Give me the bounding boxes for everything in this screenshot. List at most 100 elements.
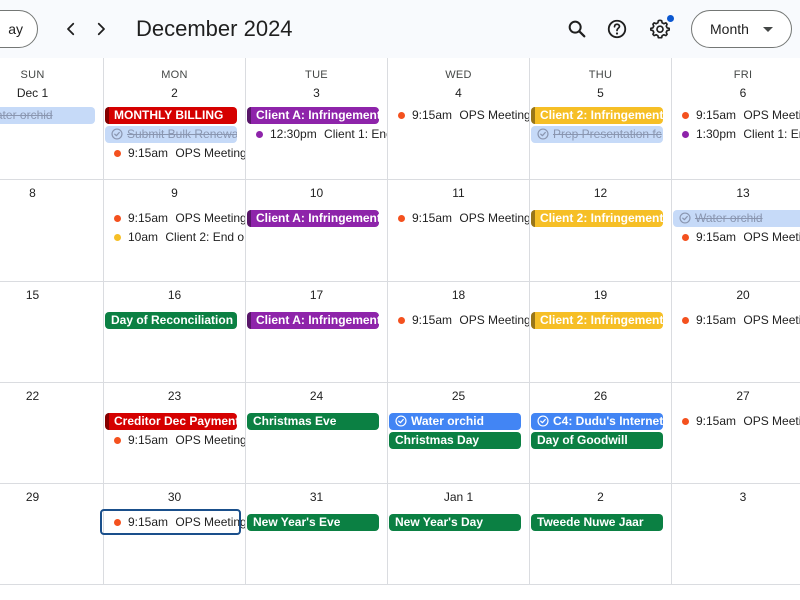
date-number[interactable]: 10 (246, 186, 387, 200)
day-cell[interactable]: 30 9:15am OPS Meeting (100, 484, 246, 585)
task-event[interactable]: C4: Dudu's Internet (531, 413, 663, 430)
all-day-event[interactable]: Christmas Day (389, 432, 521, 449)
timed-event[interactable]: 9:15am OPS Meeting (106, 432, 245, 449)
date-number[interactable]: 18 (388, 288, 529, 302)
date-number[interactable]: 22 (0, 389, 103, 403)
day-cell[interactable]: 17 Client A: Infringement I (246, 282, 388, 383)
timed-event[interactable]: 9:15am OPS Meeting (674, 413, 800, 430)
date-number[interactable]: 19 (530, 288, 671, 302)
task-event[interactable]: Water orchid (389, 413, 521, 430)
settings-button[interactable] (645, 14, 675, 44)
day-cell[interactable]: FRI 6 9:15am OPS Meeting 1:30pm Client 1: E… (672, 58, 800, 180)
day-cell[interactable]: 16 Day of Reconciliation (104, 282, 246, 383)
timed-event[interactable]: 1:30pm Client 1: End (674, 126, 800, 143)
date-number[interactable]: 17 (246, 288, 387, 302)
timed-event[interactable]: 10am Client 2: End o (106, 229, 245, 246)
completed-task[interactable]: Water orchid (673, 210, 800, 227)
day-cell[interactable]: Jan 1 New Year's Day (388, 484, 530, 585)
date-number[interactable]: 16 (104, 288, 245, 302)
timed-event[interactable]: 9:15am OPS Meeting (106, 145, 245, 162)
previous-month-button[interactable] (56, 14, 86, 44)
next-month-button[interactable] (86, 14, 116, 44)
day-cell[interactable]: 22 (0, 383, 104, 484)
date-number[interactable]: 11 (388, 186, 529, 200)
timed-event[interactable]: 9:15am OPS Meeting (390, 312, 529, 329)
day-cell[interactable]: 11 9:15am OPS Meeting (388, 180, 530, 282)
all-day-event[interactable]: Christmas Eve (247, 413, 379, 430)
completed-task[interactable]: Submit Bulk Renewa (105, 126, 237, 143)
day-cell[interactable]: 15 (0, 282, 104, 383)
date-number[interactable]: 5 (530, 86, 671, 100)
date-number[interactable]: 23 (104, 389, 245, 403)
day-cell[interactable]: 23 Creditor Dec Payments 9:15am OPS Meetin… (104, 383, 246, 484)
completed-task[interactable]: Prep Presentation fc (531, 126, 663, 143)
all-day-event[interactable]: Tweede Nuwe Jaar (531, 514, 663, 531)
date-number[interactable]: 6 (672, 86, 800, 100)
day-cell[interactable]: 12 Client 2: Infringement I (530, 180, 672, 282)
all-day-event[interactable]: Client 2: Infringement I (531, 107, 663, 124)
today-button[interactable]: ay (0, 10, 38, 48)
date-number[interactable]: 9 (104, 186, 245, 200)
timed-event[interactable]: 9:15am OPS Meeting (674, 312, 800, 329)
date-number[interactable]: 3 (672, 490, 800, 504)
view-selector[interactable]: Month (691, 10, 792, 48)
all-day-event[interactable]: Client A: Infringement I (247, 107, 379, 124)
date-number[interactable]: 12 (530, 186, 671, 200)
date-number[interactable]: 20 (672, 288, 800, 302)
day-cell[interactable]: 19 Client 2: Infringement I (530, 282, 672, 383)
timed-event[interactable]: 9:15am OPS Meeting (390, 107, 529, 124)
all-day-event[interactable]: Day of Goodwill (531, 432, 663, 449)
all-day-event[interactable]: New Year's Day (389, 514, 521, 531)
day-cell[interactable]: WED 4 9:15am OPS Meeting (388, 58, 530, 180)
day-cell[interactable]: 29 (0, 484, 104, 585)
day-cell[interactable]: 20 9:15am OPS Meeting (672, 282, 800, 383)
timed-event[interactable]: 9:15am OPS Meeting (674, 229, 800, 246)
day-cell[interactable]: 26 C4: Dudu's Internet Day of Goodwill (530, 383, 672, 484)
date-number[interactable]: 30 (104, 490, 245, 504)
day-cell[interactable]: 2 Tweede Nuwe Jaar (530, 484, 672, 585)
date-number[interactable]: 29 (0, 490, 103, 504)
help-button[interactable] (602, 14, 632, 44)
all-day-event[interactable]: Day of Reconciliation (105, 312, 237, 329)
day-cell[interactable]: 27 9:15am OPS Meeting (672, 383, 800, 484)
day-cell[interactable]: 24 Christmas Eve (246, 383, 388, 484)
date-number[interactable]: 2 (104, 86, 245, 100)
day-cell[interactable]: 10 Client A: Infringement I (246, 180, 388, 282)
day-cell[interactable]: 8 (0, 180, 104, 282)
date-number[interactable]: 15 (0, 288, 103, 302)
day-cell[interactable]: SUN Dec 1 Water orchid (0, 58, 104, 180)
date-number[interactable]: 26 (530, 389, 671, 403)
all-day-event[interactable]: Client 2: Infringement I (531, 210, 663, 227)
timed-event[interactable]: 9:15am OPS Meeting (674, 107, 800, 124)
date-number[interactable]: 24 (246, 389, 387, 403)
completed-task[interactable]: Water orchid (0, 107, 95, 124)
all-day-event[interactable]: MONTHLY BILLING (105, 107, 237, 124)
day-cell[interactable]: 31 New Year's Eve (246, 484, 388, 585)
day-cell[interactable]: 18 9:15am OPS Meeting (388, 282, 530, 383)
date-number[interactable]: 25 (388, 389, 529, 403)
search-button[interactable] (562, 14, 592, 44)
date-number[interactable]: Jan 1 (388, 490, 529, 504)
all-day-event[interactable]: Client 2: Infringement I (531, 312, 663, 329)
timed-event[interactable]: 9:15am OPS Meeting (390, 210, 529, 227)
all-day-event[interactable]: New Year's Eve (247, 514, 379, 531)
date-number[interactable]: 3 (246, 86, 387, 100)
day-cell[interactable]: 13 Water orchid 9:15am OPS Meeting (672, 180, 800, 282)
all-day-event[interactable]: Creditor Dec Payments (105, 413, 237, 430)
date-number[interactable]: 4 (388, 86, 529, 100)
all-day-event[interactable]: Client A: Infringement I (247, 312, 379, 329)
day-cell[interactable]: THU 5 Client 2: Infringement I Prep Present… (530, 58, 672, 180)
day-cell[interactable]: 3 (672, 484, 800, 585)
all-day-event[interactable]: Client A: Infringement I (247, 210, 379, 227)
date-number[interactable]: Dec 1 (0, 86, 103, 100)
date-number[interactable]: 13 (672, 186, 800, 200)
date-number[interactable]: 2 (530, 490, 671, 504)
timed-event[interactable]: 12:30pm Client 1: End (248, 126, 387, 143)
date-number[interactable]: 31 (246, 490, 387, 504)
day-cell[interactable]: 9 9:15am OPS Meeting 10am Client 2: End o (104, 180, 246, 282)
date-number[interactable]: 8 (0, 186, 103, 200)
day-cell[interactable]: MON 2 MONTHLY BILLING Submit Bulk Renewa 9:1… (104, 58, 246, 180)
day-cell[interactable]: TUE 3 Client A: Infringement I 12:30pm Clie… (246, 58, 388, 180)
timed-event[interactable]: 9:15am OPS Meeting (106, 210, 245, 227)
day-cell[interactable]: 25 Water orchid Christmas Day (388, 383, 530, 484)
